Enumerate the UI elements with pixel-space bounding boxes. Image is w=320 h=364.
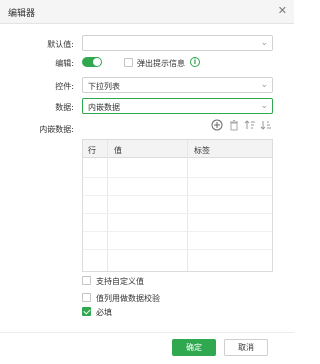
sort-descending-icon[interactable]: [260, 119, 272, 131]
table-row: [83, 195, 272, 196]
column-divider: [187, 140, 188, 271]
chevron-down-icon: ⌄: [260, 38, 268, 48]
custom-value-checkbox[interactable]: [82, 276, 91, 285]
embedded-data-table[interactable]: 行 值 标签: [82, 139, 273, 272]
table-row: [83, 177, 272, 178]
toggle-knob: [93, 58, 101, 66]
embedded-data-label: 内嵌数据:: [39, 125, 74, 134]
dialog-titlebar: 编辑器 ✕: [0, 0, 294, 24]
default-value-select[interactable]: ⌄: [82, 35, 273, 51]
data-select[interactable]: 内嵌数据 ⌄: [82, 98, 273, 114]
sort-ascending-icon[interactable]: [244, 119, 256, 131]
popup-hint-checkbox[interactable]: [124, 58, 133, 67]
table-row: [83, 249, 272, 250]
close-icon[interactable]: ✕: [278, 4, 287, 18]
control-select[interactable]: 下拉列表 ⌄: [82, 77, 273, 93]
control-label: 控件:: [55, 82, 74, 91]
dialog-title: 编辑器: [8, 9, 36, 19]
column-header-label: 标签: [194, 146, 210, 155]
edit-label: 编辑:: [55, 59, 74, 68]
data-value: 内嵌数据: [88, 103, 120, 112]
table-header: 行 值 标签: [83, 140, 272, 158]
edit-toggle[interactable]: [82, 57, 102, 67]
data-label: 数据:: [55, 103, 74, 112]
required-label: 必填: [96, 308, 112, 317]
cancel-button[interactable]: 取消: [224, 339, 268, 356]
validate-label: 值列用做数据校验: [96, 294, 160, 303]
add-icon[interactable]: [211, 119, 223, 131]
ok-button[interactable]: 确定: [172, 339, 216, 356]
custom-value-label: 支持自定义值: [96, 277, 144, 286]
column-header-row: 行: [88, 146, 96, 155]
table-row: [83, 213, 272, 214]
control-value: 下拉列表: [88, 82, 120, 91]
chevron-down-icon: ⌄: [260, 80, 268, 90]
column-header-value: 值: [114, 146, 122, 155]
info-icon[interactable]: i: [190, 57, 200, 67]
table-row: [83, 231, 272, 232]
default-value-label: 默认值:: [47, 40, 74, 49]
trash-icon[interactable]: [228, 119, 240, 131]
popup-hint-label: 弹出提示信息: [137, 59, 185, 68]
column-divider: [107, 140, 108, 271]
validate-checkbox[interactable]: [82, 293, 91, 302]
footer-divider: [0, 332, 294, 333]
required-checkbox[interactable]: [82, 307, 91, 316]
chevron-down-icon: ⌄: [260, 101, 268, 111]
